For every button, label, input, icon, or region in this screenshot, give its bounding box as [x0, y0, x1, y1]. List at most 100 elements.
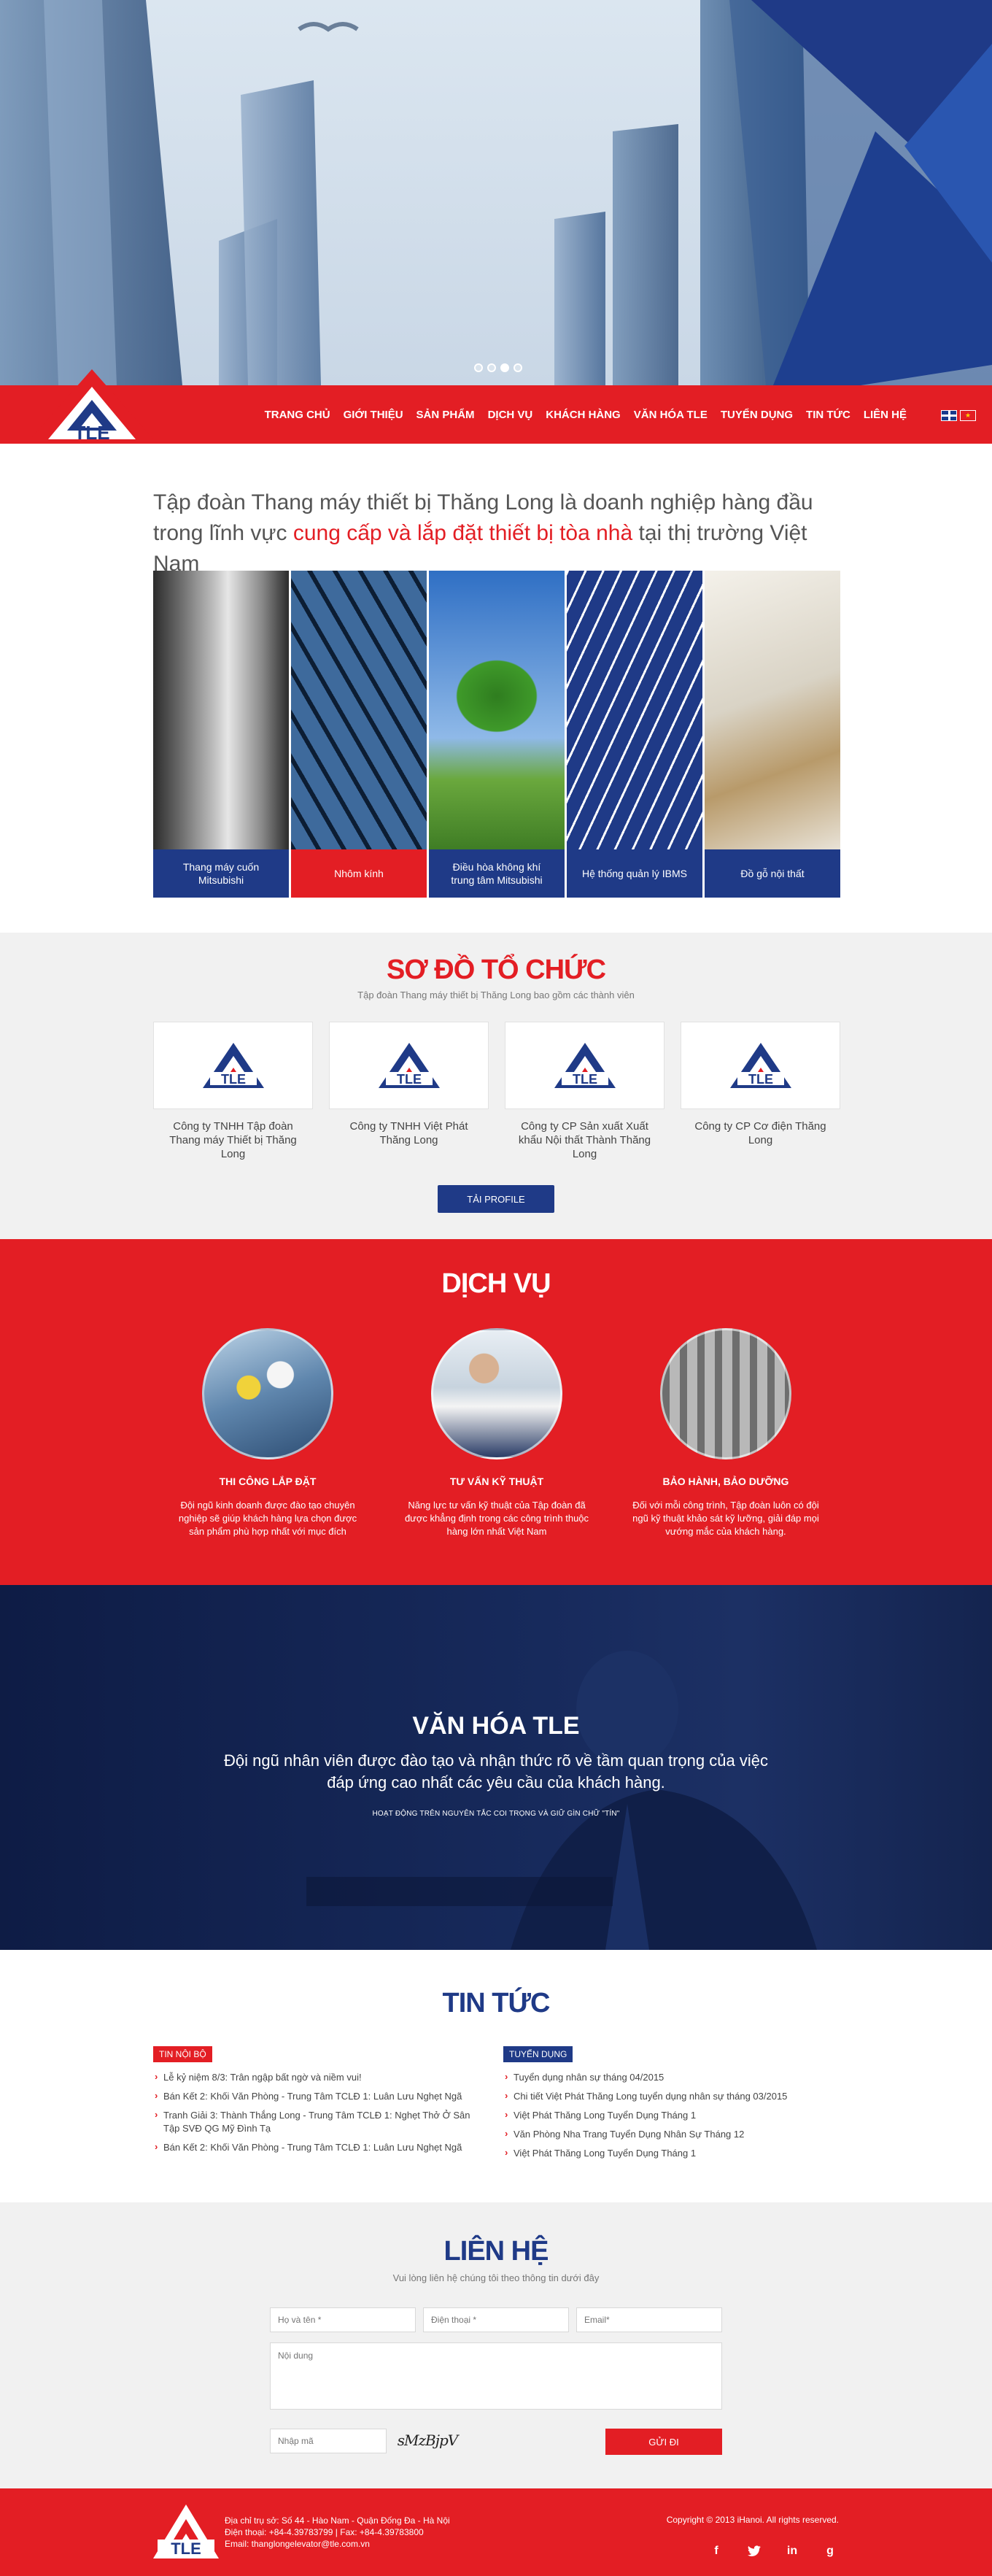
- org-card: TLE Công ty CP Sản xuất Xuất khẩu Nội th…: [505, 1022, 664, 1161]
- captcha-image: sMzBjpV: [397, 2432, 458, 2449]
- email-field[interactable]: [576, 2307, 722, 2332]
- slider-dot[interactable]: [487, 363, 496, 372]
- footer-logo[interactable]: TLE: [153, 2504, 219, 2558]
- product-card-escalator[interactable]: Thang máy cuốn Mitsubishi: [153, 571, 289, 898]
- footer-contact-info: Địa chỉ trụ sở: Số 44 - Hào Nam - Quận Đ…: [225, 2515, 450, 2550]
- glass-image: [291, 571, 427, 849]
- phone-field[interactable]: [423, 2307, 569, 2332]
- intro-highlight: cung cấp và lắp đặt thiết bị tòa nhà: [292, 521, 633, 545]
- product-caption: Thang máy cuốn Mitsubishi: [153, 849, 289, 898]
- footer-phone: Điện thoại: +84-4.39783799 | Fax: +84-4.…: [225, 2527, 424, 2537]
- nav-item-products[interactable]: SẢN PHẨM: [410, 409, 481, 421]
- download-profile-button[interactable]: TẢI PROFILE: [438, 1185, 554, 1213]
- org-card: TLE Công ty TNHH Việt Phát Thăng Long: [329, 1022, 489, 1161]
- product-gallery: Thang máy cuốn Mitsubishi Nhôm kính Điều…: [153, 571, 840, 898]
- org-card: TLE Công ty TNHH Tập đoàn Thang máy Thiế…: [153, 1022, 313, 1161]
- news-item[interactable]: Lễ kỷ niệm 8/3: Trân ngập bất ngờ và niề…: [153, 2070, 474, 2084]
- linkedin-icon[interactable]: in: [783, 2542, 801, 2560]
- nav-item-culture[interactable]: VĂN HÓA TLE: [627, 409, 714, 421]
- company-logo[interactable]: TLE: [153, 1022, 313, 1109]
- contact-title: LIÊN HỆ: [443, 2236, 549, 2267]
- contact-section: LIÊN HỆ Vui lòng liên hệ chúng tôi theo …: [0, 2202, 992, 2488]
- news-item[interactable]: Bán Kết 2: Khối Văn Phòng - Trung Tâm TC…: [153, 2140, 474, 2154]
- culture-text: Đội ngũ nhân viên được đào tạo và nhận t…: [224, 1751, 768, 1792]
- product-caption: Điều hòa không khí trung tâm Mitsubishi: [429, 849, 565, 898]
- service-item: THI CÔNG LẮP ĐẶT Đội ngũ kinh doanh được…: [153, 1328, 382, 1538]
- news-item[interactable]: Chi tiết Việt Phát Thăng Long tuyển dụng…: [503, 2089, 824, 2103]
- internal-news-tag[interactable]: TIN NỘI BỘ: [153, 2046, 212, 2062]
- news-item[interactable]: Văn Phòng Nha Trang Tuyển Dụng Nhân Sự T…: [503, 2127, 824, 2141]
- captcha-input[interactable]: [270, 2429, 387, 2453]
- send-button[interactable]: GỬI ĐI: [605, 2429, 722, 2455]
- company-name: Công ty CP Sản xuất Xuất khẩu Nội thất T…: [518, 1120, 651, 1160]
- footer: TLE Địa chỉ trụ sở: Số 44 - Hào Nam - Qu…: [0, 2488, 992, 2576]
- name-field[interactable]: [270, 2307, 416, 2332]
- company-logo[interactable]: TLE: [329, 1022, 489, 1109]
- slider-dot[interactable]: [514, 363, 522, 372]
- services-section: DỊCH VỤ THI CÔNG LẮP ĐẶT Đội ngũ kinh do…: [0, 1239, 992, 1585]
- product-card-aluminium-glass[interactable]: Nhôm kính: [291, 571, 427, 898]
- service-title[interactable]: TƯ VẤN KỸ THUẬT: [382, 1476, 611, 1487]
- svg-text:TLE: TLE: [74, 422, 109, 444]
- company-logo[interactable]: TLE: [505, 1022, 664, 1109]
- slider-dots: [474, 363, 522, 372]
- product-card-furniture[interactable]: Đồ gỗ nội thất: [705, 571, 840, 898]
- nav-item-home[interactable]: TRANG CHỦ: [258, 409, 337, 421]
- slider-dot-active[interactable]: [500, 363, 509, 372]
- company-logo[interactable]: TLE: [681, 1022, 840, 1109]
- recruitment-tag[interactable]: TUYỂN DỤNG: [503, 2046, 573, 2062]
- maintenance-photo[interactable]: [660, 1328, 791, 1459]
- org-card-list: TLE Công ty TNHH Tập đoàn Thang máy Thiế…: [153, 1022, 840, 1161]
- org-card: TLE Công ty CP Cơ điện Thăng Long: [681, 1022, 840, 1161]
- product-caption: Hệ thống quản lý IBMS: [567, 849, 702, 898]
- vietnam-flag-icon[interactable]: ★: [960, 410, 976, 421]
- message-field[interactable]: [270, 2342, 722, 2410]
- news-item[interactable]: Bán Kết 2: Khối Văn Phòng - Trung Tâm TC…: [153, 2089, 474, 2103]
- news-item[interactable]: Tranh Giải 3: Thành Thắng Long - Trung T…: [153, 2108, 474, 2135]
- nav-item-recruitment[interactable]: TUYỂN DỤNG: [714, 409, 799, 421]
- culture-title: VĂN HÓA TLE: [412, 1712, 580, 1740]
- svg-text:TLE: TLE: [573, 1072, 597, 1087]
- product-card-ibms[interactable]: Hệ thống quản lý IBMS: [567, 571, 702, 898]
- nav-item-services[interactable]: DỊCH VỤ: [481, 409, 540, 421]
- svg-text:TLE: TLE: [397, 1072, 422, 1087]
- news-item[interactable]: Việt Phát Thăng Long Tuyển Dụng Tháng 1: [503, 2146, 824, 2160]
- nav-item-clients[interactable]: KHÁCH HÀNG: [539, 409, 627, 421]
- service-desc: Đội ngũ kinh doanh được đào tạo chuyên n…: [178, 1500, 357, 1537]
- recruitment-list: Tuyển dụng nhân sự tháng 04/2015 Chi tiế…: [503, 2070, 824, 2160]
- twitter-icon[interactable]: [745, 2542, 763, 2560]
- svg-text:TLE: TLE: [748, 1072, 773, 1087]
- facebook-icon[interactable]: f: [708, 2542, 725, 2560]
- nav-item-about[interactable]: GIỚI THIỆU: [337, 409, 410, 421]
- services-title: DỊCH VỤ: [441, 1268, 551, 1299]
- service-list: THI CÔNG LẮP ĐẶT Đội ngũ kinh doanh được…: [153, 1328, 840, 1538]
- furniture-image: [705, 571, 840, 849]
- news-title: TIN TỨC: [442, 1988, 551, 2018]
- service-item: BẢO HÀNH, BẢO DƯỠNG Đối với mỗi công trì…: [611, 1328, 840, 1538]
- logo[interactable]: TLE: [26, 369, 158, 444]
- main-navbar: TLE TRANG CHỦ GIỚI THIỆU SẢN PHẨM DỊCH V…: [0, 369, 992, 444]
- nav-item-contact[interactable]: LIÊN HỆ: [857, 409, 913, 421]
- product-card-air-conditioning[interactable]: Điều hòa không khí trung tâm Mitsubishi: [429, 571, 565, 898]
- english-flag-icon[interactable]: [941, 410, 957, 421]
- consulting-photo[interactable]: [431, 1328, 562, 1459]
- product-caption: Nhôm kính: [291, 849, 427, 898]
- page: TLE TRANG CHỦ GIỚI THIỆU SẢN PHẨM DỊCH V…: [0, 0, 992, 2576]
- culture-section: VĂN HÓA TLE Đội ngũ nhân viên được đào t…: [0, 1585, 992, 1950]
- googleplus-icon[interactable]: g: [821, 2542, 839, 2560]
- news-item[interactable]: Tuyển dụng nhân sự tháng 04/2015: [503, 2070, 824, 2084]
- news-item[interactable]: Việt Phát Thăng Long Tuyển Dụng Tháng 1: [503, 2108, 824, 2122]
- installation-photo[interactable]: [202, 1328, 333, 1459]
- svg-text:TLE: TLE: [221, 1072, 246, 1087]
- intro-statement: Tập đoàn Thang máy thiết bị Thăng Long l…: [153, 487, 839, 579]
- slider-dot[interactable]: [474, 363, 483, 372]
- footer-email: Email: thanglongelevator@tle.com.vn: [225, 2539, 370, 2549]
- culture-motto: HOẠT ĐỘNG TRÊN NGUYÊN TẮC COI TRỌNG VÀ G…: [372, 1810, 620, 1818]
- ibms-image: [567, 571, 702, 849]
- news-section: TIN TỨC TIN NỘI BỘ Lễ kỷ niệm 8/3: Trân …: [0, 1950, 992, 2202]
- company-name: Công ty TNHH Tập đoàn Thang máy Thiết bị…: [169, 1120, 297, 1160]
- nav-item-news[interactable]: TIN TỨC: [799, 409, 857, 421]
- service-title[interactable]: THI CÔNG LẮP ĐẶT: [153, 1476, 382, 1487]
- service-title[interactable]: BẢO HÀNH, BẢO DƯỠNG: [611, 1476, 840, 1487]
- hero-illustration: [0, 0, 992, 385]
